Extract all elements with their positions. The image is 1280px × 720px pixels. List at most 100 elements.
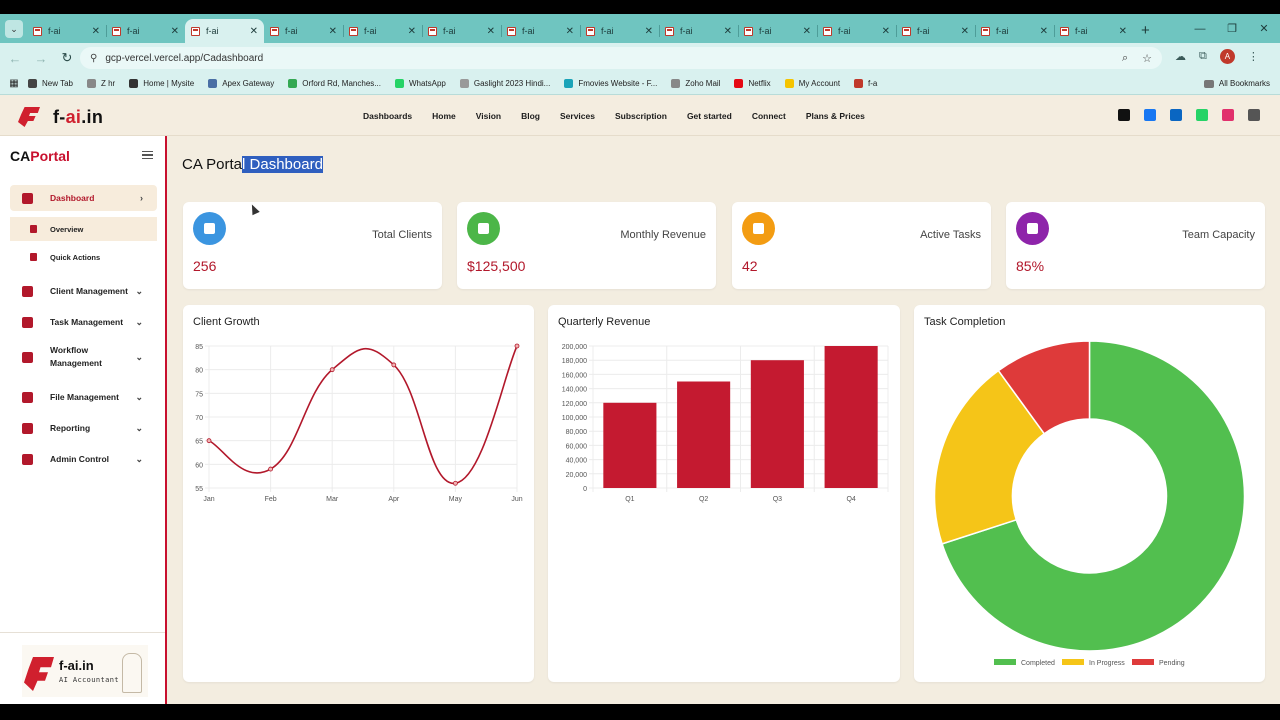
whatsapp-icon[interactable] [1196,109,1208,121]
legend-label[interactable]: In Progress [1089,660,1125,667]
tab-close-icon[interactable]: ✕ [645,26,653,37]
url-bar[interactable]: ⚲ gcp-vercel.vercel.app/Cadashboard ⌕ ☆ [80,47,1162,69]
tab-close-icon[interactable]: ✕ [882,26,890,37]
minimize-icon[interactable]: — [1184,23,1216,35]
chevron-icon[interactable]: ⌄ [135,317,143,328]
profile-avatar[interactable]: A [1219,49,1235,64]
sidebar-item-admin-control[interactable]: Admin Control ⌄ [10,446,157,472]
sidebar-item-workflow-management[interactable]: Workflow Management ⌄ [10,340,157,374]
bar[interactable] [824,346,878,488]
tab-close-icon[interactable]: ✕ [1040,26,1048,37]
browser-tab[interactable]: f-ai ✕ [422,19,501,43]
bookmark-item[interactable]: Netflix [734,79,771,88]
restore-icon[interactable]: ❐ [1216,22,1248,35]
bookmark-item[interactable]: Apex Gateway [208,79,274,88]
browser-tab[interactable]: f-ai ✕ [27,19,106,43]
nav-link[interactable]: Plans & Prices [806,111,865,121]
browser-tab[interactable]: f-ai ✕ [817,19,896,43]
bar[interactable] [677,381,731,489]
legend-label[interactable]: Pending [1159,660,1185,667]
tab-close-icon[interactable]: ✕ [92,26,100,37]
back-icon[interactable]: ← [4,51,26,66]
chevron-icon[interactable]: ⌄ [135,352,143,363]
site-logo[interactable]: f-ai.in [18,105,103,129]
bookmark-item[interactable]: Gaslight 2023 Hindi... [459,79,550,88]
nav-link[interactable]: Home [432,111,456,121]
bookmark-star-icon[interactable]: ☆ [1142,52,1152,65]
extensions-icon[interactable]: ⧉ [1199,50,1207,63]
chevron-icon[interactable]: › [140,193,143,203]
browser-tab[interactable]: f-ai ✕ [738,19,817,43]
bookmark-item[interactable]: f-a [854,79,877,88]
sidebar-item-task-management[interactable]: Task Management ⌄ [10,309,157,335]
browser-tab[interactable]: f-ai ✕ [501,19,580,43]
nav-link[interactable]: Blog [521,111,540,121]
tab-close-icon[interactable]: ✕ [171,26,179,37]
browser-tab[interactable]: f-ai ✕ [106,19,185,43]
nav-link[interactable]: Vision [476,111,501,121]
browser-tab[interactable]: f-ai ✕ [975,19,1054,43]
hamburger-menu-icon[interactable] [142,151,153,159]
close-window-icon[interactable]: ✕ [1248,22,1280,35]
sidebar-item-file-management[interactable]: File Management ⌄ [10,384,157,410]
bookmark-item[interactable]: Home | Mysite [129,79,194,88]
forward-icon[interactable]: → [30,51,52,66]
bookmark-item[interactable]: New Tab [28,79,73,88]
browser-tab[interactable]: f-ai ✕ [264,19,343,43]
tab-search-button[interactable]: ⌄ [5,20,23,38]
bookmark-item[interactable]: Fmovies Website - F... [564,79,657,88]
tab-close-icon[interactable]: ✕ [803,26,811,37]
sidebar-item-dashboard[interactable]: Dashboard › [10,185,157,211]
tab-close-icon[interactable]: ✕ [961,26,969,37]
browser-tab[interactable]: f-ai ✕ [896,19,975,43]
site-info-icon[interactable]: ⚲ [90,53,97,64]
nav-link[interactable]: Connect [752,111,786,121]
data-point[interactable] [514,343,520,349]
data-point[interactable] [391,362,397,368]
lock-icon[interactable] [1248,109,1260,121]
nav-link[interactable]: Get started [687,111,732,121]
sidebar-item-client-management[interactable]: Client Management ⌄ [10,278,157,304]
instagram-icon[interactable] [1222,109,1234,121]
new-tab-button[interactable]: + [1141,22,1150,39]
nav-link[interactable]: Subscription [615,111,667,121]
bar[interactable] [603,402,657,488]
data-point[interactable] [452,480,458,486]
zoom-icon[interactable]: ⌕ [1122,52,1128,65]
data-point[interactable] [206,438,212,444]
bookmark-item[interactable]: WhatsApp [394,79,446,88]
data-point[interactable] [329,367,335,373]
bookmark-item[interactable]: Z hr [86,79,115,88]
bookmark-item[interactable]: Zoho Mail [671,79,720,88]
legend-label[interactable]: Completed [1021,660,1055,667]
bookmark-item[interactable]: My Account [784,79,840,88]
bar[interactable] [750,360,804,488]
browser-tab[interactable]: f-ai ✕ [659,19,738,43]
all-bookmarks[interactable]: All Bookmarks [1203,79,1270,88]
more-menu-icon[interactable]: ⋮ [1248,50,1259,63]
nav-link[interactable]: Services [560,111,595,121]
facebook-icon[interactable] [1144,109,1156,121]
nav-link[interactable]: Dashboards [363,111,412,121]
browser-tab[interactable]: f-ai ✕ [343,19,422,43]
cloud-icon[interactable]: ☁ [1175,50,1186,63]
browser-tab[interactable]: f-ai ✕ [185,19,264,43]
linkedin-icon[interactable] [1170,109,1182,121]
sidebar-item-reporting[interactable]: Reporting ⌄ [10,415,157,441]
tab-close-icon[interactable]: ✕ [329,26,337,37]
chevron-icon[interactable]: ⌄ [135,454,143,465]
chevron-icon[interactable]: ⌄ [135,423,143,434]
tab-close-icon[interactable]: ✕ [724,26,732,37]
tab-close-icon[interactable]: ✕ [250,26,258,37]
x-icon[interactable] [1118,109,1130,121]
bookmark-item[interactable]: Orford Rd, Manches... [288,79,381,88]
apps-icon[interactable]: ▦ [0,78,28,89]
chevron-icon[interactable]: ⌄ [135,286,143,297]
browser-tab[interactable]: f-ai ✕ [1054,19,1133,43]
tab-close-icon[interactable]: ✕ [408,26,416,37]
reload-icon[interactable]: ↻ [56,50,78,66]
tab-close-icon[interactable]: ✕ [1119,26,1127,37]
tab-close-icon[interactable]: ✕ [487,26,495,37]
data-point[interactable] [268,466,273,472]
sidebar-subitem-overview[interactable]: Overview [10,217,157,241]
